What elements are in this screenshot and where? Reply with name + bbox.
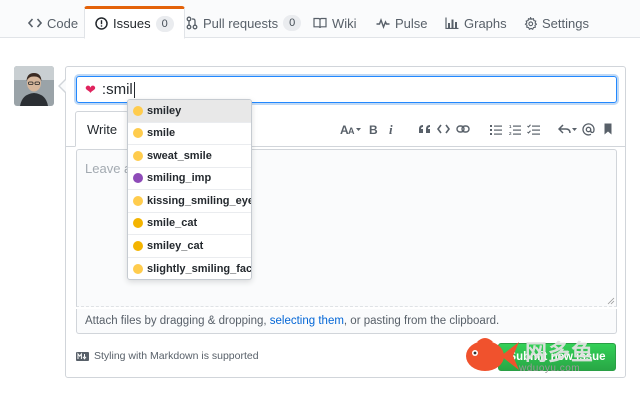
svg-text:B: B <box>369 123 378 135</box>
suggestion-label: smile_cat <box>147 217 198 230</box>
avatar[interactable] <box>14 66 54 106</box>
gear-icon <box>524 16 537 30</box>
tab-pull-requests[interactable]: Pull requests 0 <box>176 7 311 39</box>
sweat-smile-icon <box>133 150 143 161</box>
attach-text-after: , or pasting from the clipboard. <box>343 315 500 327</box>
suggestion-item[interactable]: smiling_imp <box>128 168 251 190</box>
tab-write[interactable]: Write <box>75 111 130 147</box>
slightly-smiling-face-icon <box>133 263 143 274</box>
markdown-support-note: Styling with Markdown is supported <box>76 350 259 362</box>
suggestion-item[interactable]: smiley_cat <box>128 235 251 258</box>
bullet-list-icon[interactable] <box>486 121 505 137</box>
bookmark-icon[interactable] <box>598 121 617 137</box>
issue-opened-icon <box>95 17 108 30</box>
tab-wiki[interactable]: Wiki <box>303 7 367 39</box>
suggestion-item[interactable]: kissing_smiling_eyes <box>128 190 251 213</box>
markdown-note-text: Styling with Markdown is supported <box>94 350 259 362</box>
svg-text:A: A <box>348 126 355 135</box>
tab-code[interactable]: Code <box>18 7 88 39</box>
link-icon[interactable] <box>453 121 472 137</box>
code-icon[interactable] <box>434 121 453 137</box>
svg-text:i: i <box>389 123 393 135</box>
heart-emoji-icon: ❤ <box>85 81 96 97</box>
attach-files-bar[interactable]: Attach files by dragging & dropping, sel… <box>76 309 617 334</box>
quote-icon[interactable] <box>415 121 434 137</box>
smile-icon <box>133 128 143 139</box>
suggestion-label: smile <box>147 127 176 140</box>
resize-handle-icon[interactable] <box>607 297 615 305</box>
tab-graphs-label: Graphs <box>464 15 507 31</box>
tab-pulse[interactable]: Pulse <box>366 7 438 39</box>
suggestion-label: smiley <box>147 104 182 117</box>
fish-logo-icon <box>466 338 519 371</box>
text-caret <box>133 81 135 98</box>
graph-icon <box>445 17 459 29</box>
kissing-smiling-eyes-icon <box>133 195 143 206</box>
bold-icon[interactable]: B <box>363 121 382 137</box>
selecting-them-link[interactable]: selecting them <box>270 315 344 327</box>
tab-pull-requests-label: Pull requests <box>203 15 279 31</box>
tab-graphs[interactable]: Graphs <box>435 7 517 39</box>
attach-text-before: Attach files by dragging & dropping, <box>85 315 270 327</box>
mention-icon[interactable] <box>579 121 598 137</box>
suggestion-label: kissing_smiling_eyes <box>147 194 252 207</box>
smiling-imp-icon <box>133 173 143 184</box>
tab-wiki-label: Wiki <box>332 15 357 31</box>
italic-icon[interactable]: i <box>382 121 401 137</box>
smiley-cat-icon <box>133 240 143 251</box>
suggestion-item[interactable]: smiley <box>128 100 251 123</box>
watermark-en: wduoyu.com <box>519 363 581 374</box>
code-icon <box>28 18 42 28</box>
issues-counter: 0 <box>155 15 174 32</box>
svg-text:1: 1 <box>509 124 512 129</box>
tab-settings-label: Settings <box>542 15 589 31</box>
smiley-icon <box>133 105 143 116</box>
suggestion-item[interactable]: smile_cat <box>128 213 251 235</box>
smile-cat-icon <box>133 218 143 229</box>
tab-pulse-label: Pulse <box>395 15 428 31</box>
tab-issues-label: Issues <box>113 16 151 31</box>
suggestion-label: smiling_imp <box>147 172 212 185</box>
emoji-suggester: smiley smile sweat_smile smiling_imp kis… <box>127 99 252 280</box>
repo-nav: Code Issues 0 Pull requests 0 Wiki Pulse… <box>0 0 640 39</box>
suggestion-item[interactable]: smile <box>128 123 251 145</box>
suggestion-item[interactable]: sweat_smile <box>128 145 251 168</box>
git-pull-request-icon <box>186 16 198 30</box>
pull-requests-counter: 0 <box>283 15 302 31</box>
tab-settings[interactable]: Settings <box>514 7 599 39</box>
suggestion-label: slightly_smiling_face <box>147 262 252 275</box>
watermark: 网多鱼 wduoyu.com <box>463 332 635 382</box>
pulse-icon <box>376 17 390 29</box>
svg-text:2: 2 <box>509 131 512 135</box>
numbered-list-icon[interactable]: 12 <box>505 121 524 137</box>
text-size-icon[interactable]: AA <box>339 121 363 137</box>
tab-code-label: Code <box>47 15 79 31</box>
markdown-toolbar: AA B i 12 <box>339 121 617 137</box>
tab-issues[interactable]: Issues 0 <box>84 6 185 39</box>
suggestion-label: smiley_cat <box>147 239 204 252</box>
suggestion-item[interactable]: slightly_smiling_face <box>128 258 252 280</box>
issue-title-value: :smil <box>101 81 133 98</box>
reply-icon[interactable] <box>557 121 579 137</box>
suggestion-label: sweat_smile <box>147 149 212 162</box>
book-icon <box>313 17 327 29</box>
markdown-icon <box>76 351 89 361</box>
task-list-icon[interactable] <box>524 121 543 137</box>
